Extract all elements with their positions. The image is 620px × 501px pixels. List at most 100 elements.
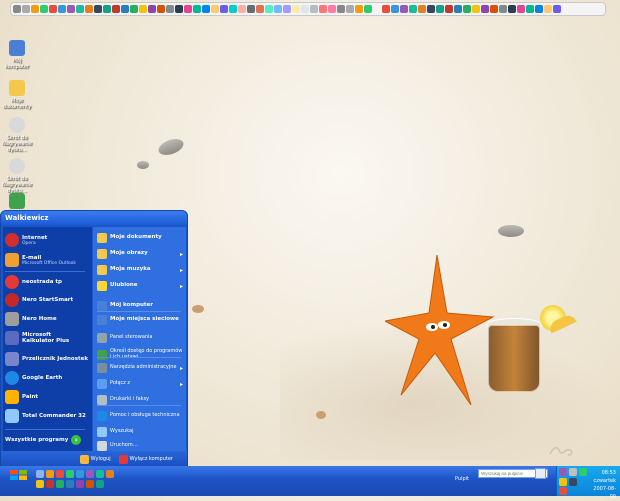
recent-unit-converter[interactable]: Przelicznik Jednostek (5, 352, 88, 366)
toolbar-launcher-icon[interactable] (130, 5, 138, 13)
toolbar-launcher-icon[interactable] (508, 5, 516, 13)
toolbar-launcher-icon[interactable] (193, 5, 201, 13)
search-icon[interactable] (535, 468, 546, 479)
toolbar-launcher-icon[interactable] (409, 5, 417, 13)
toolbar-launcher-icon[interactable] (364, 5, 372, 13)
quick-launch-icon[interactable] (106, 470, 114, 478)
start-menu-right-item[interactable]: Narzędzia administracyjne ▸ (97, 363, 183, 373)
desktop-toolbar-label[interactable]: Pulpit (455, 476, 469, 482)
start-menu-right-item[interactable]: Moje dokumenty (97, 233, 183, 243)
quick-launch-icon[interactable] (66, 470, 74, 478)
toolbar-launcher-icon[interactable] (94, 5, 102, 13)
toolbar-launcher-icon[interactable] (256, 5, 264, 13)
toolbar-launcher-icon[interactable] (175, 5, 183, 13)
tray-app-icon[interactable] (579, 468, 587, 476)
start-menu-right-item[interactable]: Pomoc i obsługa techniczna (97, 411, 183, 421)
start-menu-right-item[interactable]: Wyszukaj (97, 427, 183, 437)
quick-launch-icon[interactable] (96, 470, 104, 478)
toolbar-launcher-icon[interactable] (76, 5, 84, 13)
toolbar-launcher-icon[interactable] (517, 5, 525, 13)
tray-app-icon[interactable] (559, 487, 567, 495)
toolbar-launcher-icon[interactable] (472, 5, 480, 13)
tray-app-icon[interactable] (569, 468, 577, 476)
toolbar-launcher-icon[interactable] (454, 5, 462, 13)
top-launcher-toolbar[interactable] (10, 2, 606, 16)
toolbar-launcher-icon[interactable] (85, 5, 93, 13)
toolbar-launcher-icon[interactable] (499, 5, 507, 13)
toolbar-launcher-icon[interactable] (247, 5, 255, 13)
quick-launch-icon[interactable] (56, 480, 64, 488)
toolbar-launcher-icon[interactable] (157, 5, 165, 13)
quick-launch-icon[interactable] (56, 470, 64, 478)
taskbar-clock[interactable]: 08:53 czwartek 2007-08-09 (592, 469, 616, 501)
toolbar-launcher-icon[interactable] (49, 5, 57, 13)
start-menu-right-item[interactable]: Określ dostęp do programów i ich ustawi… (97, 348, 183, 360)
toolbar-launcher-icon[interactable] (328, 5, 336, 13)
toolbar-launcher-icon[interactable] (238, 5, 246, 13)
all-programs-button[interactable]: Wszystkie programy › (5, 433, 89, 447)
toolbar-launcher-icon[interactable] (67, 5, 75, 13)
toolbar-launcher-icon[interactable] (283, 5, 291, 13)
quick-launch-icon[interactable] (36, 470, 44, 478)
toolbar-launcher-icon[interactable] (148, 5, 156, 13)
start-menu-right-item[interactable]: Mój komputer (97, 301, 183, 311)
start-menu-right-item[interactable]: Panel sterowania (97, 333, 183, 343)
quick-launch-icon[interactable] (66, 480, 74, 488)
toolbar-launcher-icon[interactable] (301, 5, 309, 13)
toolbar-launcher-icon[interactable] (319, 5, 327, 13)
toolbar-launcher-icon[interactable] (355, 5, 363, 13)
toolbar-launcher-icon[interactable] (337, 5, 345, 13)
recent-nero-home[interactable]: Nero Home (5, 312, 57, 326)
toolbar-launcher-icon[interactable] (463, 5, 471, 13)
toolbar-launcher-icon[interactable] (400, 5, 408, 13)
start-menu-right-item[interactable]: Uruchom… (97, 441, 183, 451)
quick-launch-icon[interactable] (86, 470, 94, 478)
desktop-icon-my-documents[interactable]: Moje dokumenty (2, 80, 32, 110)
logoff-button[interactable]: Wyloguj (79, 454, 111, 464)
desktop-icon-shortcut-burn-2[interactable]: Skrót do Nagrywanie dysku… (2, 158, 32, 194)
start-menu-right-item[interactable]: Drukarki i faksy (97, 395, 183, 405)
toolbar-launcher-icon[interactable] (202, 5, 210, 13)
toolbar-launcher-icon[interactable] (418, 5, 426, 13)
start-menu-right-item[interactable]: Ulubione ▸ (97, 281, 183, 291)
toolbar-launcher-icon[interactable] (427, 5, 435, 13)
toolbar-launcher-icon[interactable] (31, 5, 39, 13)
recent-calculator-plus[interactable]: Microsoft Kalkulator Plus (5, 331, 84, 345)
toolbar-launcher-icon[interactable] (13, 5, 21, 13)
toolbar-launcher-icon[interactable] (112, 5, 120, 13)
toolbar-launcher-icon[interactable] (265, 5, 273, 13)
recent-google-earth[interactable]: Google Earth (5, 371, 62, 385)
desktop-icon-shortcut-burn-1[interactable]: Skrót do Nagrywanie dysku… (2, 117, 32, 153)
toolbar-launcher-icon[interactable] (526, 5, 534, 13)
toolbar-launcher-icon[interactable] (58, 5, 66, 13)
toolbar-launcher-icon[interactable] (184, 5, 192, 13)
tray-app-icon[interactable] (559, 468, 567, 476)
toolbar-launcher-icon[interactable] (310, 5, 318, 13)
toolbar-launcher-icon[interactable] (139, 5, 147, 13)
tray-app-icon[interactable] (559, 478, 567, 486)
quick-launch-icon[interactable] (96, 480, 104, 488)
toolbar-launcher-icon[interactable] (121, 5, 129, 13)
toolbar-launcher-icon[interactable] (490, 5, 498, 13)
recent-paint[interactable]: Paint (5, 390, 38, 404)
pinned-email[interactable]: E-mail Microsoft Office Outlook (5, 253, 76, 267)
pinned-internet[interactable]: Internet Opera (5, 233, 47, 247)
start-menu-right-item[interactable]: Moje obrazy ▸ (97, 249, 183, 259)
toolbar-launcher-icon[interactable] (535, 5, 543, 13)
start-button-windows-logo-icon[interactable] (8, 469, 30, 481)
toolbar-launcher-icon[interactable] (40, 5, 48, 13)
toolbar-launcher-icon[interactable] (274, 5, 282, 13)
quick-launch-icon[interactable] (76, 470, 84, 478)
quick-launch-icon[interactable] (36, 480, 44, 488)
recent-neostrada[interactable]: neostrada tp (5, 275, 62, 289)
toolbar-launcher-icon[interactable] (22, 5, 30, 13)
quick-launch-icon[interactable] (46, 470, 54, 478)
toolbar-launcher-icon[interactable] (481, 5, 489, 13)
toolbar-launcher-icon[interactable] (346, 5, 354, 13)
start-menu-right-item[interactable]: Połącz z ▸ (97, 379, 183, 389)
toolbar-launcher-icon[interactable] (220, 5, 228, 13)
quick-launch-icon[interactable] (86, 480, 94, 488)
tray-app-icon[interactable] (569, 478, 577, 486)
start-menu-right-item[interactable]: Moje miejsca sieciowe (97, 315, 183, 325)
toolbar-launcher-icon[interactable] (445, 5, 453, 13)
